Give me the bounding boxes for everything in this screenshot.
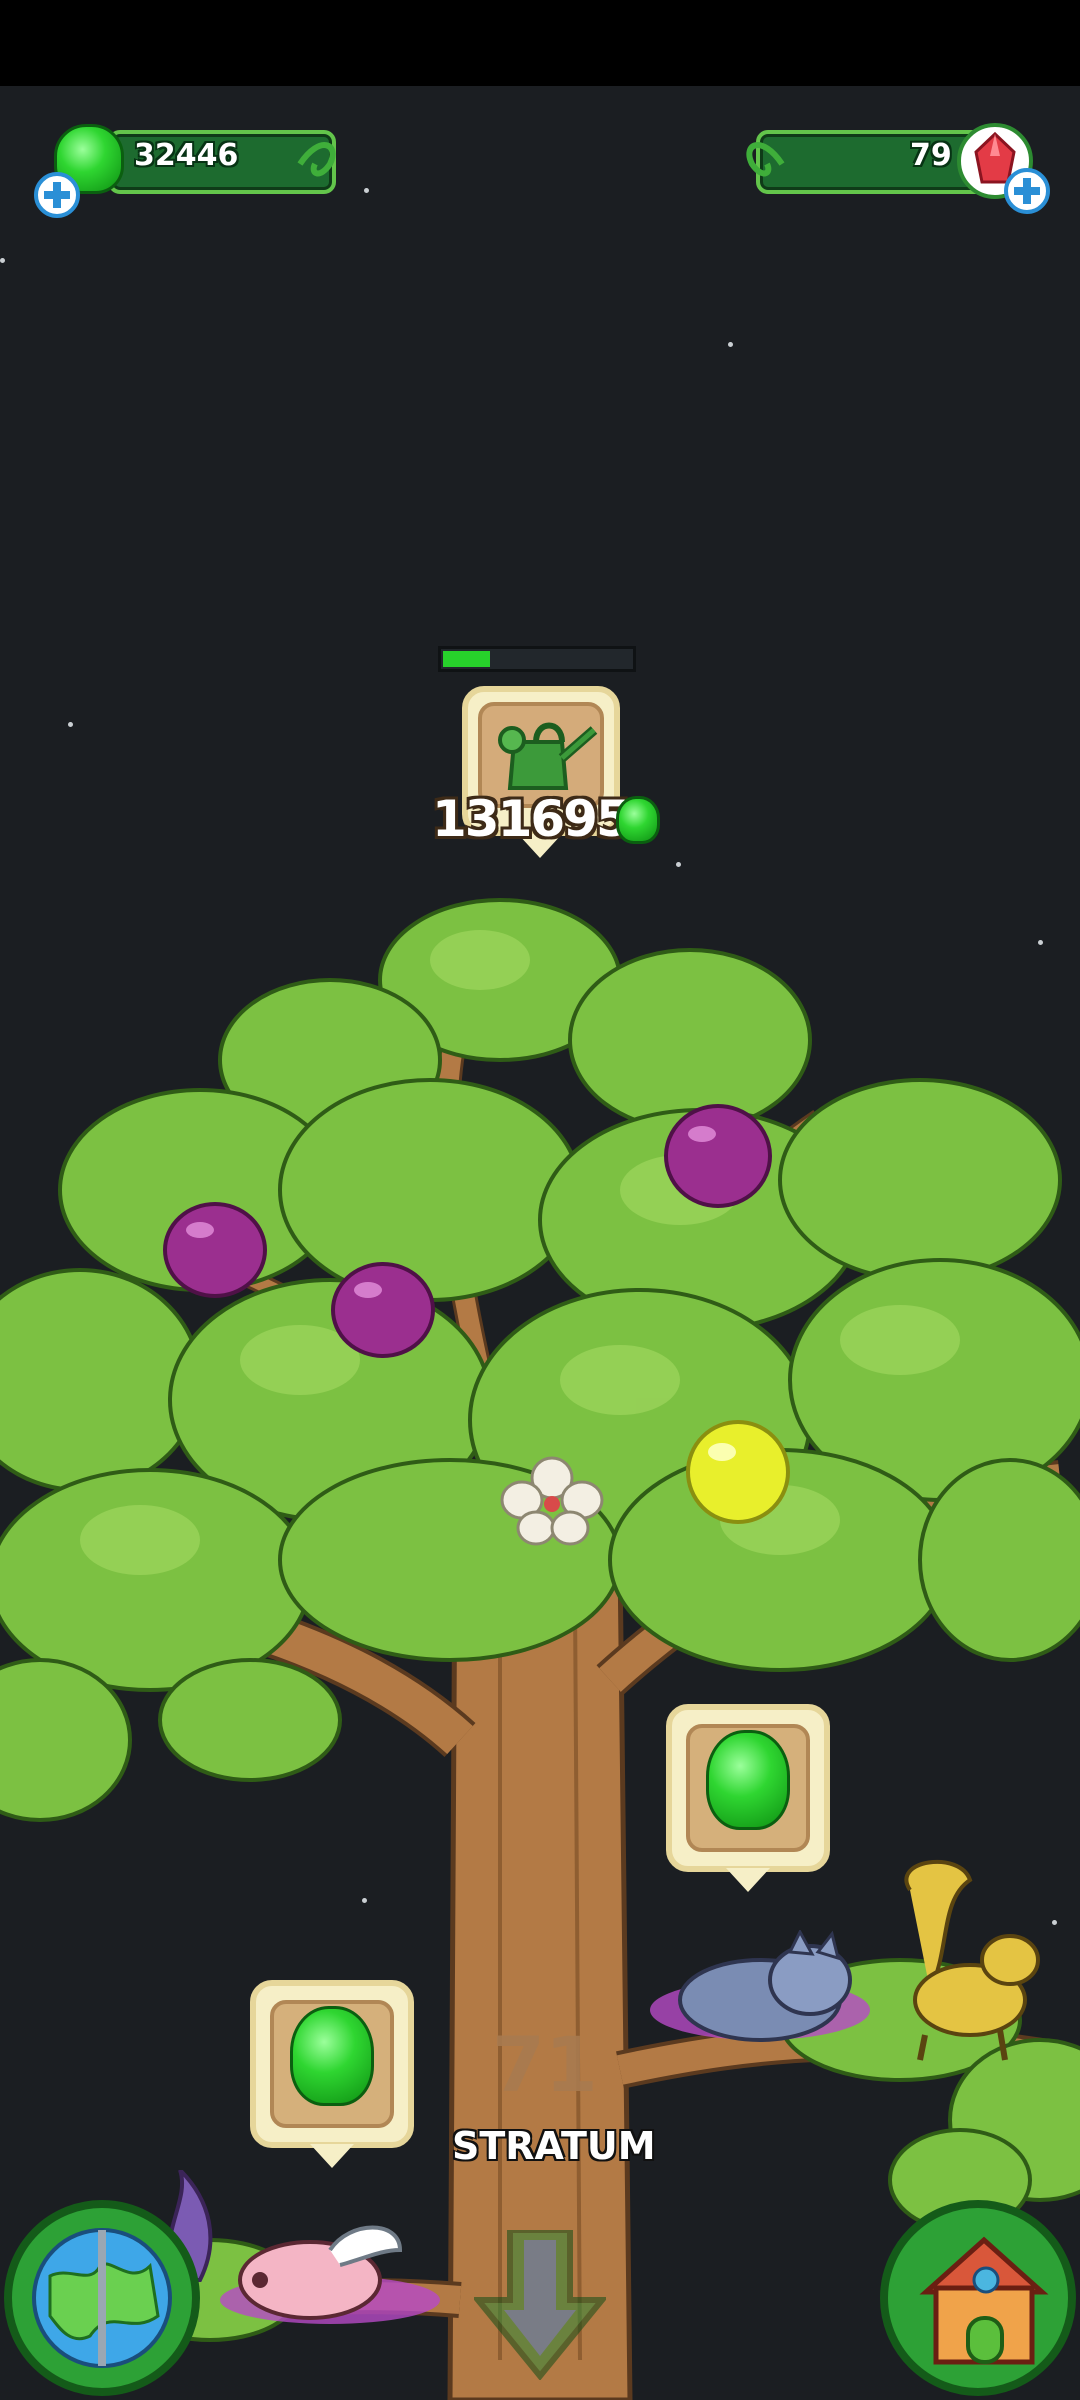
globe-button[interactable] <box>4 2200 200 2396</box>
griffin-monster <box>904 1859 1040 2061</box>
jelly-count: 32446 <box>134 138 239 173</box>
add-gem-button[interactable] <box>1004 168 1050 214</box>
down-arrow-icon <box>471 2227 609 2381</box>
green-jelly-icon <box>706 1730 790 1830</box>
watering-progress-fill <box>443 651 490 667</box>
tree <box>0 898 1080 2400</box>
jelly-icon <box>616 796 660 844</box>
flying-pig-monster <box>220 2225 440 2324</box>
purple-fruit <box>331 1262 435 1358</box>
globe-icon <box>32 2228 172 2368</box>
vine-ornament <box>297 142 336 177</box>
house-icon <box>919 2236 1049 2365</box>
white-flower <box>500 1456 604 1546</box>
status-bar <box>0 0 1080 86</box>
purple-fruit <box>664 1104 772 1208</box>
watering-cost: 131695 <box>432 790 631 848</box>
green-jelly-icon <box>290 2006 374 2106</box>
add-jelly-button[interactable] <box>34 172 80 218</box>
watering-progress-bar <box>438 646 636 672</box>
purple-fruit <box>163 1202 267 1298</box>
scroll-down-arrow[interactable] <box>471 2227 609 2381</box>
home-button[interactable] <box>880 2200 1076 2396</box>
sleeping-cat-monster <box>650 1930 870 2042</box>
stratum-label: STRATUM <box>452 2124 656 2168</box>
yellow-fruit <box>686 1420 790 1524</box>
stratum-number: 71 <box>492 2020 598 2109</box>
gem-count: 79 <box>910 138 952 173</box>
vine-ornament <box>746 142 785 177</box>
